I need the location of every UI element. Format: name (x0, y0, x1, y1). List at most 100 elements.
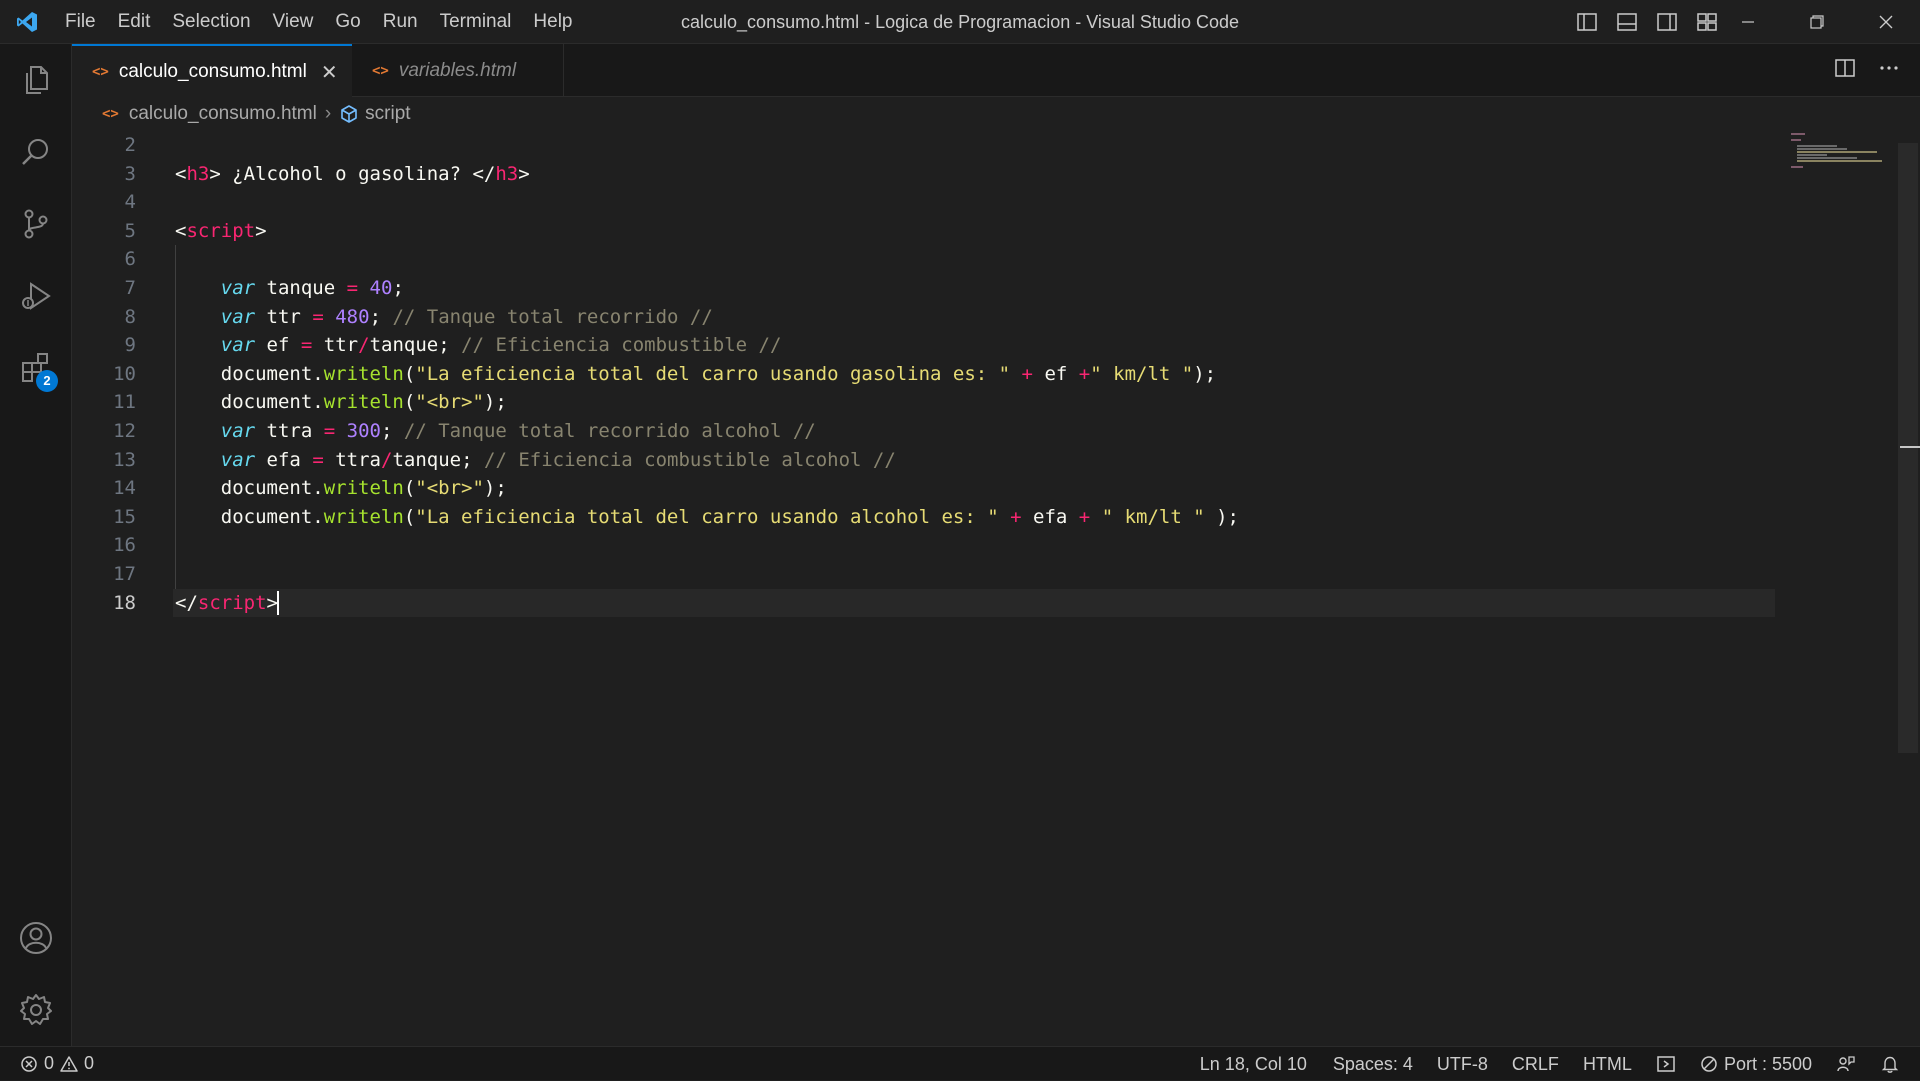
tab-label: variables.html (398, 59, 517, 81)
status-bar-right: Ln 18, Col 10 Spaces: 4 UTF-8 CRLF HTML … (1186, 1047, 1912, 1081)
close-window-icon[interactable] (1851, 0, 1920, 44)
files-icon[interactable] (0, 44, 72, 116)
symbol-cube-icon (339, 104, 359, 124)
split-editor-icon[interactable] (1834, 57, 1856, 84)
port-label: Port : 5500 (1723, 1053, 1812, 1074)
breadcrumb-symbol[interactable]: script (365, 103, 410, 125)
breadcrumb: <> calculo_consumo.html › script (72, 97, 1920, 131)
line-number-current: 18 (113, 591, 136, 614)
line-number: 15 (113, 505, 136, 528)
menu-view[interactable]: View (262, 0, 325, 44)
code-line (175, 245, 1845, 274)
line-number: 16 (113, 534, 136, 557)
line-number: 6 (124, 248, 136, 271)
code-line (175, 559, 1845, 589)
layout-feedback-icon[interactable] (1644, 1047, 1688, 1081)
end-of-line[interactable]: CRLF (1500, 1047, 1571, 1081)
indentation[interactable]: Spaces: 4 (1321, 1047, 1425, 1081)
window-controls (1713, 0, 1920, 44)
code-line (175, 531, 1845, 560)
vscode-logo-icon (0, 0, 54, 44)
title-bar: File Edit Selection View Go Run Terminal… (0, 0, 1920, 44)
layout-controls (1574, 0, 1720, 44)
menu-help[interactable]: Help (522, 0, 583, 44)
code-line: document.writeln("La eficiencia total de… (175, 359, 1845, 389)
line-number: 12 (113, 419, 136, 442)
warning-count: 0 (84, 1053, 95, 1073)
line-number: 2 (124, 134, 136, 156)
menu-run[interactable]: Run (372, 0, 429, 44)
error-icon (20, 1055, 38, 1073)
feedback-icon[interactable] (1824, 1047, 1868, 1081)
live-server-port[interactable]: Port : 5500 (1688, 1047, 1824, 1081)
code-line: document.writeln("<br>"); (175, 474, 1845, 503)
line-number: 3 (124, 162, 136, 185)
settings-gear-icon[interactable] (0, 974, 72, 1046)
account-icon[interactable] (0, 902, 72, 974)
run-debug-icon[interactable] (0, 260, 72, 332)
menu-file[interactable]: File (54, 0, 107, 44)
menu-go[interactable]: Go (324, 0, 371, 44)
source-control-icon[interactable] (0, 188, 72, 260)
minimize-icon[interactable] (1713, 0, 1782, 44)
breadcrumb-separator: › (324, 103, 332, 124)
code-line: var ttra = 300; // Tanque total recorrid… (175, 416, 1845, 446)
error-count: 0 (44, 1053, 55, 1073)
notifications-bell-icon[interactable] (1868, 1047, 1912, 1081)
line-number: 11 (113, 391, 136, 414)
tab-bar: <> calculo_consumo.html ✕ <> variables.h… (72, 44, 1920, 98)
vertical-scrollbar[interactable] (1898, 143, 1918, 753)
close-icon[interactable]: ✕ (321, 60, 338, 85)
status-bar: 0 0 Ln 18, Col 10 Spaces: 4 UTF-8 CRLF H… (0, 1046, 1920, 1080)
tab-variables[interactable]: <> variables.html (352, 44, 564, 97)
scrollbar-cursor-marker (1900, 446, 1920, 448)
code-editor[interactable]: 2 3 4 5 6 7 8 9 10 11 12 13 14 15 16 17 … (72, 131, 1920, 1046)
restore-icon[interactable] (1782, 0, 1851, 44)
menu-selection[interactable]: Selection (161, 0, 261, 44)
code-line: var efa = ttra/tanque; // Eficiencia com… (175, 445, 1845, 475)
activity-bar: 2 (0, 44, 72, 1046)
breadcrumb-file[interactable]: calculo_consumo.html (129, 103, 317, 125)
line-number: 14 (113, 477, 136, 500)
code-line-current: </script> (173, 588, 1775, 618)
code-line: var tanque = 40; (175, 273, 1845, 303)
text-cursor (276, 591, 279, 615)
line-number: 13 (113, 448, 136, 471)
tab-label: calculo_consumo.html (118, 61, 307, 82)
html-file-icon: <> (102, 106, 119, 122)
cursor-position[interactable]: Ln 18, Col 10 (1186, 1047, 1321, 1081)
editor-actions (1834, 44, 1900, 97)
line-number: 9 (124, 334, 136, 357)
code-line: document.writeln("La eficiencia total de… (175, 502, 1845, 532)
more-actions-icon[interactable] (1878, 57, 1900, 84)
tab-calculo-consumo[interactable]: <> calculo_consumo.html ✕ (72, 44, 352, 98)
line-number: 10 (113, 362, 136, 385)
menu-bar: File Edit Selection View Go Run Terminal… (54, 0, 584, 44)
search-icon[interactable] (0, 116, 72, 188)
menu-terminal[interactable]: Terminal (429, 0, 523, 44)
language-mode[interactable]: HTML (1571, 1047, 1644, 1081)
code-line: document.writeln("<br>"); (175, 388, 1845, 417)
line-number-gutter: 2 3 4 5 6 7 8 9 10 11 12 13 14 15 16 17 … (72, 131, 136, 617)
code-line: var ttr = 480; // Tanque total recorrido… (175, 302, 1845, 332)
port-blocked-icon (1700, 1055, 1718, 1073)
code-line: var ef = ttr/tanque; // Eficiencia combu… (175, 331, 1845, 360)
html-file-icon: <> (92, 64, 109, 80)
line-number: 4 (124, 191, 136, 214)
toggle-panel-icon[interactable] (1614, 9, 1640, 35)
extensions-icon[interactable]: 2 (0, 332, 72, 404)
line-number: 5 (124, 219, 136, 242)
problems-indicator[interactable]: 0 0 (0, 1047, 102, 1081)
menu-edit[interactable]: Edit (107, 0, 162, 44)
line-number: 7 (124, 276, 136, 299)
line-number: 17 (113, 562, 136, 585)
minimap[interactable] (1787, 131, 1897, 191)
warning-icon (60, 1055, 78, 1073)
line-number: 8 (124, 305, 136, 328)
toggle-primary-sidebar-icon[interactable] (1574, 9, 1600, 35)
code-area[interactable]: <h3> ¿Alcohol o gasolina? </h3> <script>… (173, 131, 1845, 618)
toggle-secondary-sidebar-icon[interactable] (1654, 9, 1680, 35)
encoding[interactable]: UTF-8 (1425, 1047, 1500, 1081)
